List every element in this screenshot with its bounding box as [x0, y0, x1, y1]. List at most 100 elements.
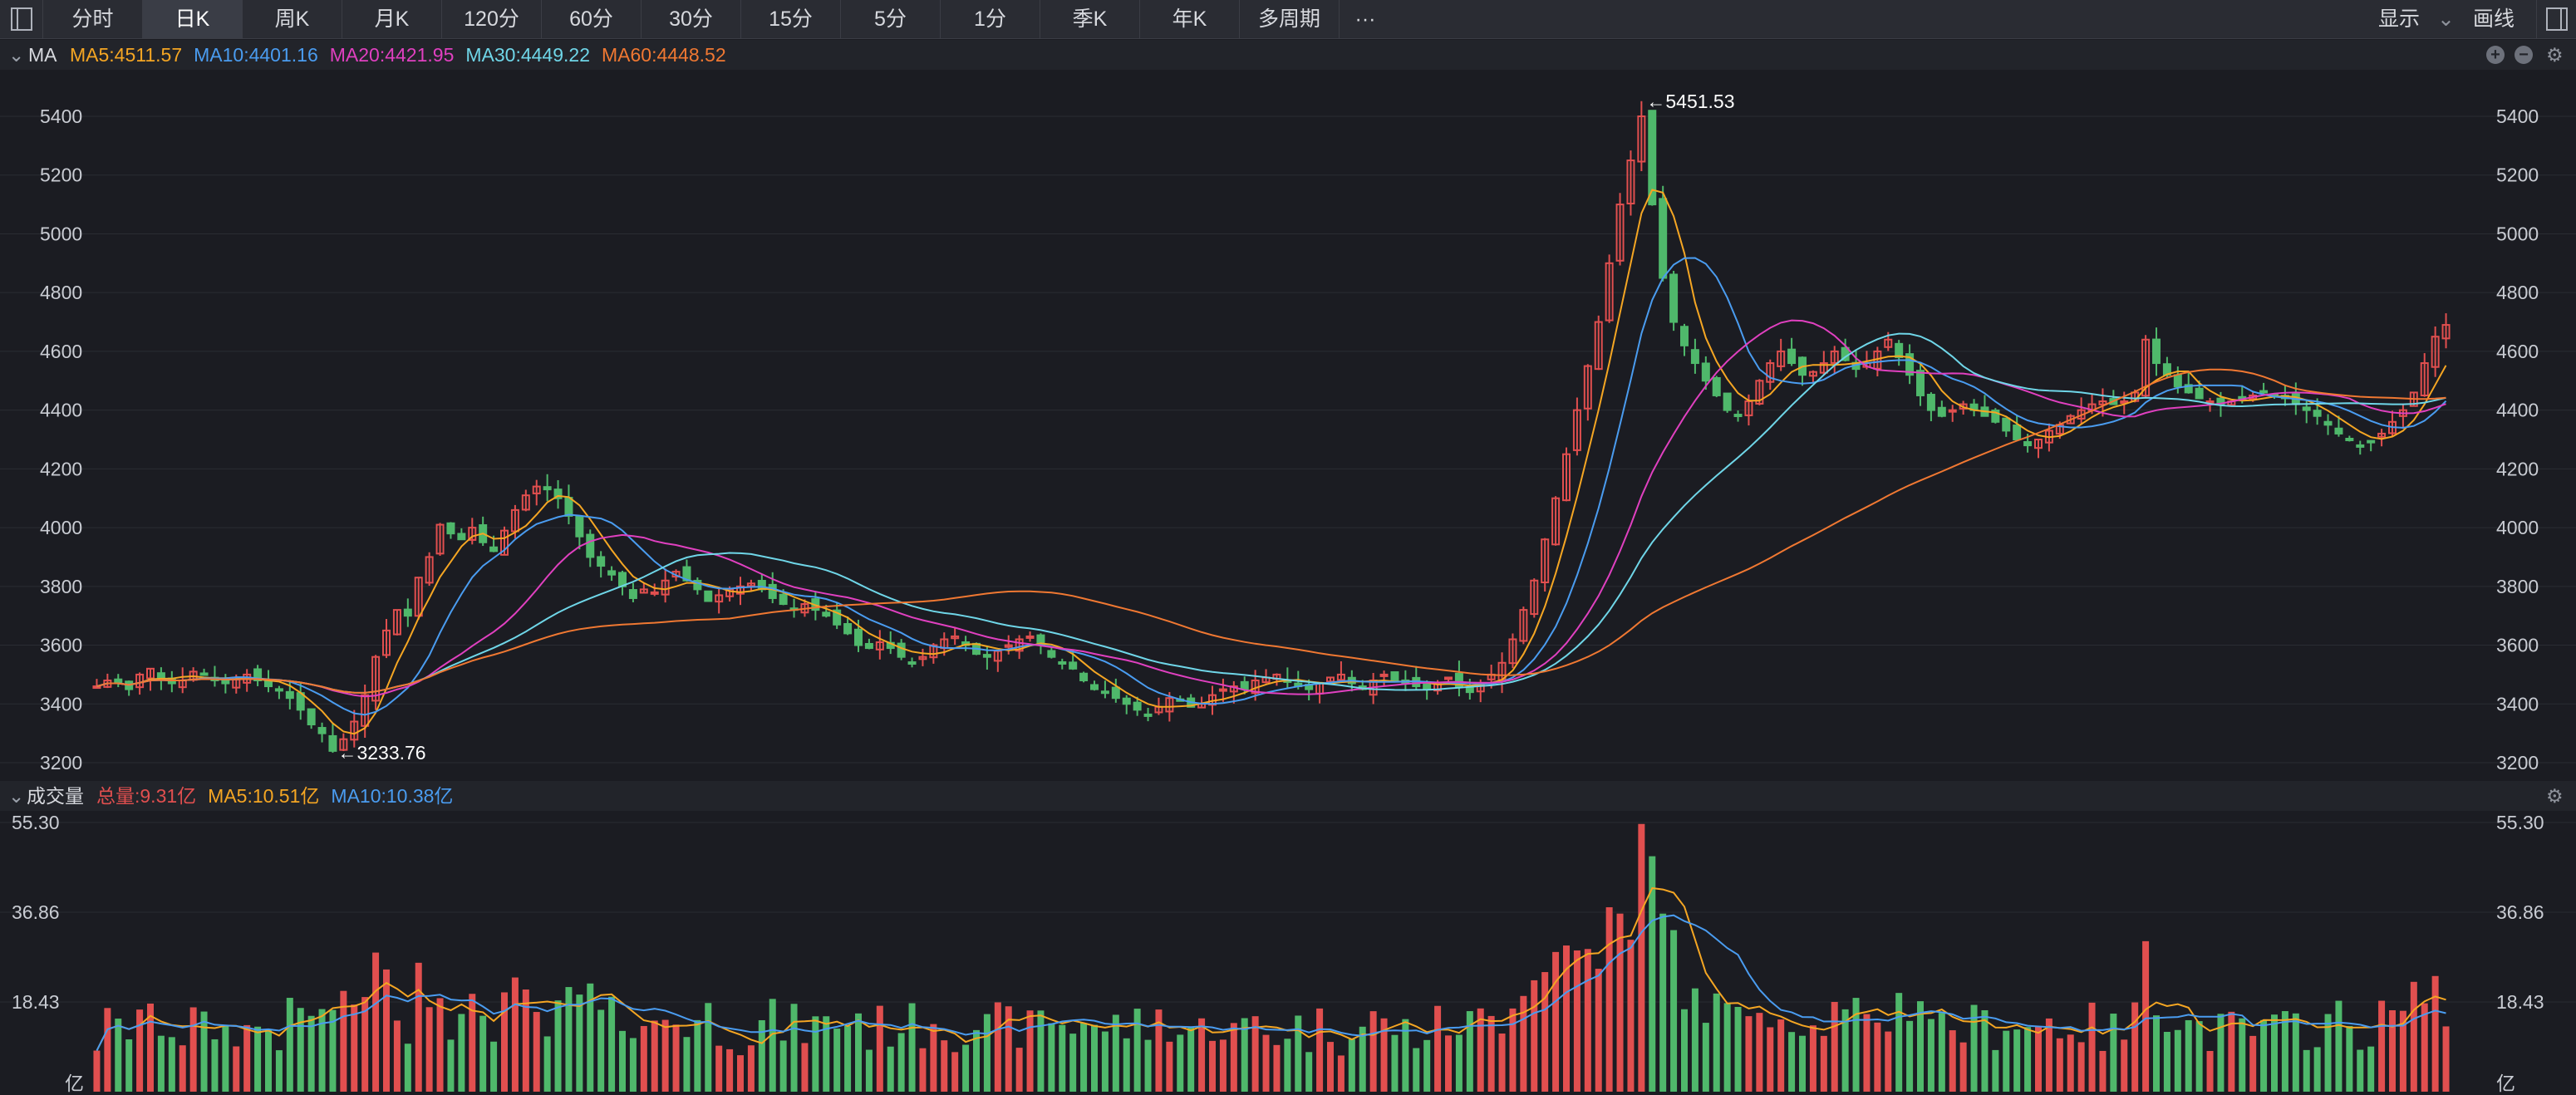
volume-bar: [1734, 1006, 1742, 1092]
volume-bar: [1809, 1025, 1816, 1092]
volume-bar: [1133, 1009, 1141, 1092]
volume-bar: [683, 1037, 691, 1092]
volume-bar: [2421, 1003, 2428, 1092]
kline-chart[interactable]: 5400 5400 5200 5200 5000 5000 4800 4800 4600 4600…: [0, 0, 2576, 1095]
ma-line-20: [96, 319, 2446, 698]
candle-body: [2323, 420, 2333, 426]
volume-bar: [436, 998, 444, 1092]
volume-bar: [1777, 1019, 1785, 1092]
volume-bar: [2088, 1002, 2096, 1092]
candle-body: [1690, 349, 1699, 365]
candle-body: [704, 590, 713, 602]
price-tick-right: 3400: [2496, 693, 2539, 714]
volume-bar: [533, 1012, 540, 1092]
volume-bar: [994, 1002, 1001, 1092]
volume-bar: [1938, 1013, 1945, 1092]
volume-bar: [1187, 1026, 1195, 1092]
price-tick-left: 4600: [40, 341, 82, 362]
volume-bar: [1090, 1024, 1099, 1092]
volume-bar: [705, 1003, 712, 1092]
candle-body: [1937, 406, 1946, 417]
volume-bar: [2077, 1042, 2085, 1092]
volume-bar: [1316, 1008, 1324, 1092]
volume-bar: [2281, 1011, 2288, 1092]
volume-bar: [1059, 1024, 1066, 1092]
volume-bar: [2388, 1009, 2397, 1092]
volume-bar: [2442, 1026, 2450, 1092]
volume-bar: [1326, 1042, 1335, 1092]
volume-bar: [2206, 1050, 2214, 1092]
volume-bar: [1723, 1003, 1731, 1092]
volume-bar: [919, 1048, 927, 1092]
candle-body: [1701, 362, 1710, 382]
volume-bar: [1198, 1018, 1206, 1092]
volume-bar: [1509, 1008, 1517, 1092]
volume-bar: [1691, 988, 1698, 1092]
price-tick-left: 3800: [40, 576, 82, 597]
volume-bar: [125, 1039, 133, 1092]
volume-bar: [962, 1044, 970, 1092]
volume-bar: [1369, 1011, 1377, 1092]
volume-bar: [2013, 1029, 2021, 1092]
candle-body: [1100, 690, 1109, 695]
volume-bar: [404, 1043, 411, 1092]
volume-bar: [2292, 1013, 2299, 1092]
price-tick-left: 5200: [40, 164, 82, 186]
volume-bar: [1852, 998, 1860, 1092]
volume-bar: [1863, 1014, 1871, 1092]
volume-bar: [769, 999, 776, 1092]
volume-bar: [2034, 1026, 2043, 1092]
volume-bar: [93, 1050, 101, 1092]
volume-bar: [1520, 995, 1527, 1092]
volume-bar: [318, 1009, 326, 1092]
candle-body: [457, 533, 466, 541]
price-tick-right: 4400: [2496, 400, 2539, 421]
volume-bar: [715, 1045, 723, 1092]
price-tick-right: 4800: [2496, 282, 2539, 303]
volume-bar: [844, 1025, 852, 1092]
volume-bar: [1487, 1015, 1495, 1092]
candle-body: [779, 593, 788, 606]
volume-bar: [2110, 1014, 2117, 1092]
volume-bar: [1713, 993, 1720, 1092]
volume-bar: [479, 1015, 487, 1092]
volume-bar: [747, 1045, 755, 1092]
candle-body: [843, 622, 853, 635]
candle-body: [2002, 417, 2011, 432]
candle-body: [628, 589, 637, 599]
volume-bar: [115, 1019, 122, 1092]
volume-bar: [2270, 1014, 2279, 1092]
volume-bar: [779, 1040, 787, 1092]
ma-line-5: [96, 189, 2447, 735]
candle-body: [650, 591, 659, 595]
volume-bar: [1659, 913, 1667, 1092]
candle-body: [328, 734, 337, 752]
candle-body: [543, 486, 552, 491]
price-tick-left: 3600: [40, 635, 82, 656]
candle-body: [1926, 394, 1935, 411]
volume-bar: [1798, 1035, 1807, 1092]
candle-body: [1390, 671, 1399, 681]
volume-bar: [104, 1008, 111, 1092]
volume-bar: [1262, 1034, 1270, 1092]
volume-bar: [500, 992, 509, 1092]
candle-body: [2313, 410, 2322, 417]
volume-tick-right: 36.86: [2496, 901, 2544, 923]
candle-body: [1058, 660, 1067, 665]
candle-body: [1089, 684, 1099, 690]
volume-bar: [2163, 1032, 2170, 1092]
candle-body: [1069, 661, 1078, 670]
volume-bar: [854, 1013, 863, 1092]
volume-bar: [1906, 1020, 1914, 1092]
candle-body: [1723, 392, 1732, 411]
volume-bar: [1573, 950, 1581, 1092]
candle-body: [1733, 414, 1743, 418]
volume-bar: [1788, 1032, 1796, 1092]
volume-bar: [2357, 1049, 2364, 1092]
volume-bar: [554, 1000, 562, 1092]
ma-line-30: [96, 332, 2446, 694]
volume-bar: [2131, 1002, 2139, 1092]
candle-body: [853, 628, 863, 646]
volume-bar: [425, 1007, 433, 1092]
candle-body: [1915, 370, 1925, 396]
